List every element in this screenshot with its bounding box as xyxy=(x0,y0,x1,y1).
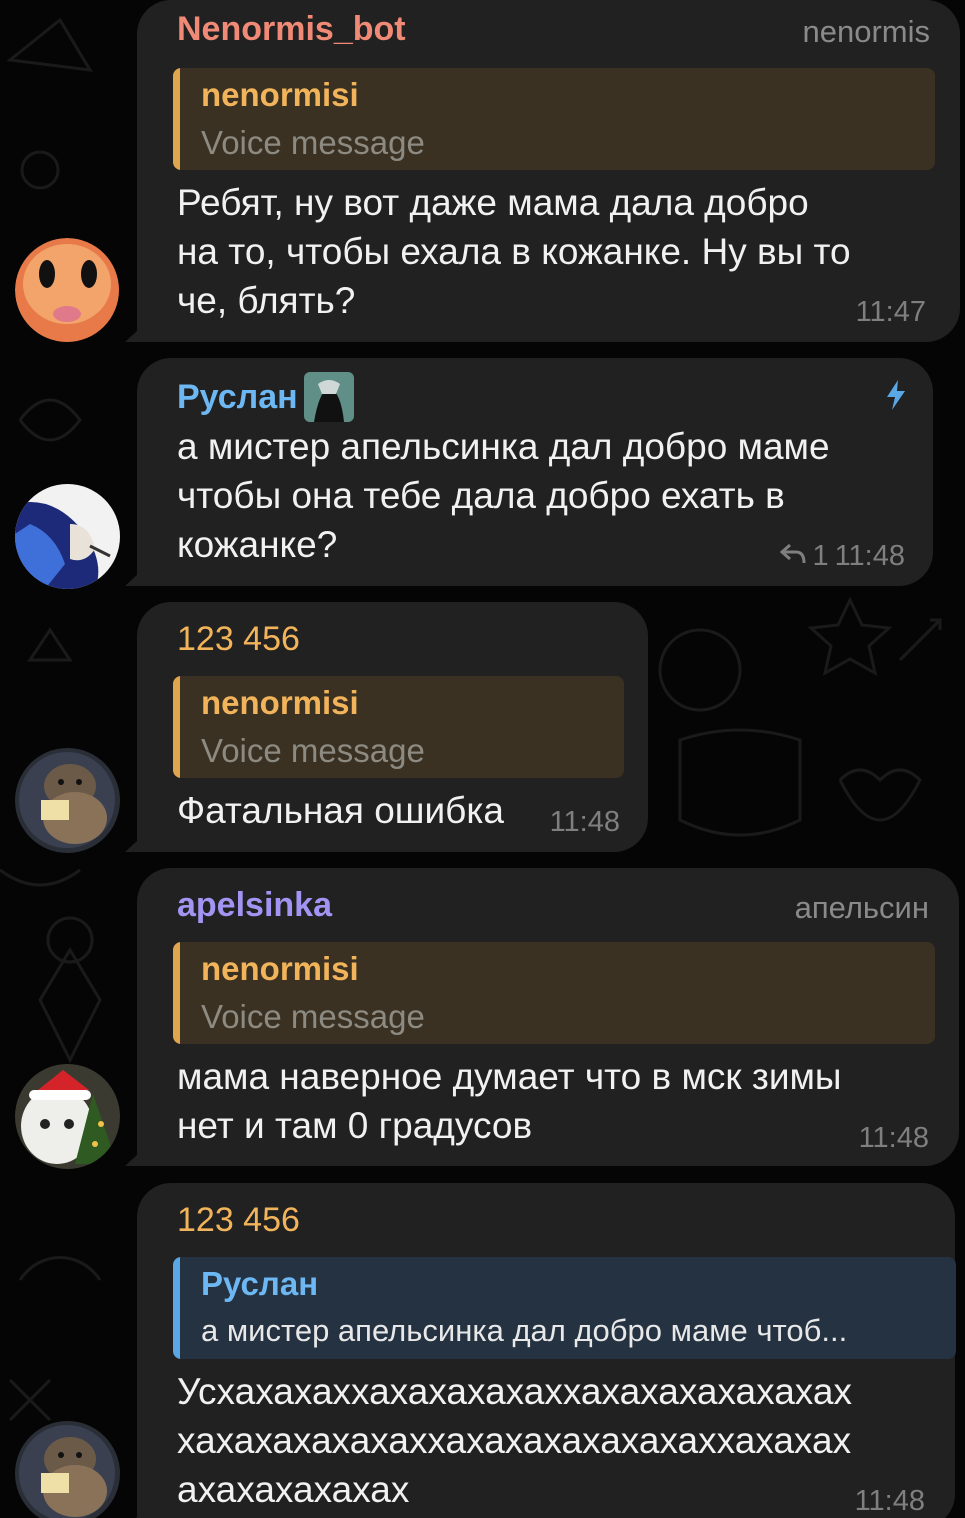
message[interactable]: 123 456 Руслан а мистер апельсинка дал д… xyxy=(0,1183,965,1518)
anime-sticker-badge xyxy=(303,372,354,422)
anime-character-avatar[interactable] xyxy=(15,484,120,589)
timestamp: 11:48 xyxy=(854,1485,925,1517)
message[interactable]: Руслан а мистер апельсинка дал добро мам… xyxy=(0,358,965,589)
otter-avatar[interactable] xyxy=(15,748,120,853)
sender-name[interactable]: 123 456 xyxy=(177,1201,300,1240)
reply-sender: nenormisi xyxy=(201,684,359,721)
member-role: nenormis xyxy=(802,14,931,49)
reply-preview[interactable]: nenormisi Voice message xyxy=(173,68,935,170)
reply-bar xyxy=(173,68,180,170)
message-line: кожанке? xyxy=(177,524,338,565)
message-line: а мистер апельсинка дал добро маме xyxy=(177,426,830,467)
reply-sender: nenormisi xyxy=(201,950,359,987)
message-meta: 11:48 xyxy=(550,806,620,839)
lightning-bolt-icon xyxy=(885,380,907,410)
reply-sender: nenormisi xyxy=(201,76,359,113)
message-line: Ребят, ну вот даже мама дала добро xyxy=(177,182,809,223)
reply-count[interactable]: 1 xyxy=(812,540,828,573)
message-line: хахахахахахаххахахахахахахаххахахах xyxy=(177,1420,852,1461)
reply-text: Voice message xyxy=(201,124,425,161)
message[interactable]: 123 456 nenormisi Voice message Фатальна… xyxy=(0,602,965,854)
cartoon-face-avatar[interactable] xyxy=(15,238,120,343)
message-bubble[interactable]: 123 456 Руслан а мистер апельсинка дал д… xyxy=(137,1183,956,1518)
message-bubble[interactable]: 123 456 nenormisi Voice message Фатальна… xyxy=(137,602,648,852)
reply-preview[interactable]: Руслан а мистер апельсинка дал добро мам… xyxy=(173,1257,956,1359)
reply-arrow-icon[interactable] xyxy=(780,540,806,573)
message[interactable]: Nenormis_bot nenormis nenormisi Voice me… xyxy=(0,0,965,345)
reply-text: Voice message xyxy=(201,732,425,769)
message-bubble[interactable]: Nenormis_bot nenormis nenormisi Voice me… xyxy=(137,0,960,342)
sender-name[interactable]: 123 456 xyxy=(177,620,300,659)
message-meta: 11:48 xyxy=(855,1485,925,1518)
message-line: нет и там 0 градусов xyxy=(177,1105,533,1146)
member-role: апельсин xyxy=(794,890,929,925)
reply-text: Voice message xyxy=(201,998,425,1035)
timestamp: 11:48 xyxy=(549,806,620,838)
timestamp: 11:47 xyxy=(855,296,926,328)
reply-bar xyxy=(173,1257,180,1359)
message[interactable]: apelsinka апельсин nenormisi Voice messa… xyxy=(0,868,965,1169)
message-meta: 1 11:48 xyxy=(780,540,905,573)
timestamp: 11:48 xyxy=(858,1122,929,1154)
chat-view[interactable]: Nenormis_bot nenormis nenormisi Voice me… xyxy=(0,0,965,1518)
message-line: ахахахахахах xyxy=(177,1469,410,1510)
message-line: Усхахахаххахахахахаххахахахахахахах xyxy=(177,1371,852,1412)
sender-name[interactable]: Руслан xyxy=(177,372,354,422)
message-line: на то, чтобы ехала в кожанке. Ну вы то xyxy=(177,231,851,272)
message-meta: 11:48 xyxy=(859,1122,929,1155)
reply-bar xyxy=(173,676,180,778)
sender-name-text: Руслан xyxy=(177,377,298,416)
message-bubble[interactable]: Руслан а мистер апельсинка дал добро мам… xyxy=(137,358,933,586)
otter-avatar[interactable] xyxy=(15,1421,120,1518)
message-meta: 11:47 xyxy=(856,296,926,329)
sender-name[interactable]: Nenormis_bot xyxy=(177,10,406,49)
message-line: чтобы она тебе дала добро ехать в xyxy=(177,475,785,516)
message-line: че, блять? xyxy=(177,280,356,321)
message-line: Фатальная ошибка xyxy=(177,790,504,831)
message-bubble[interactable]: apelsinka апельсин nenormisi Voice messa… xyxy=(137,868,959,1166)
reply-text: а мистер апельсинка дал добро маме чтоб.… xyxy=(201,1313,848,1348)
timestamp: 11:48 xyxy=(834,540,905,572)
reply-bar xyxy=(173,942,180,1044)
sender-name[interactable]: apelsinka xyxy=(177,886,332,925)
reply-preview[interactable]: nenormisi Voice message xyxy=(173,942,935,1044)
reply-sender: Руслан xyxy=(201,1265,319,1302)
reply-preview[interactable]: nenormisi Voice message xyxy=(173,676,624,778)
message-line: мама наверное думает что в мск зимы xyxy=(177,1056,842,1097)
cat-santa-hat-avatar[interactable] xyxy=(15,1064,120,1169)
